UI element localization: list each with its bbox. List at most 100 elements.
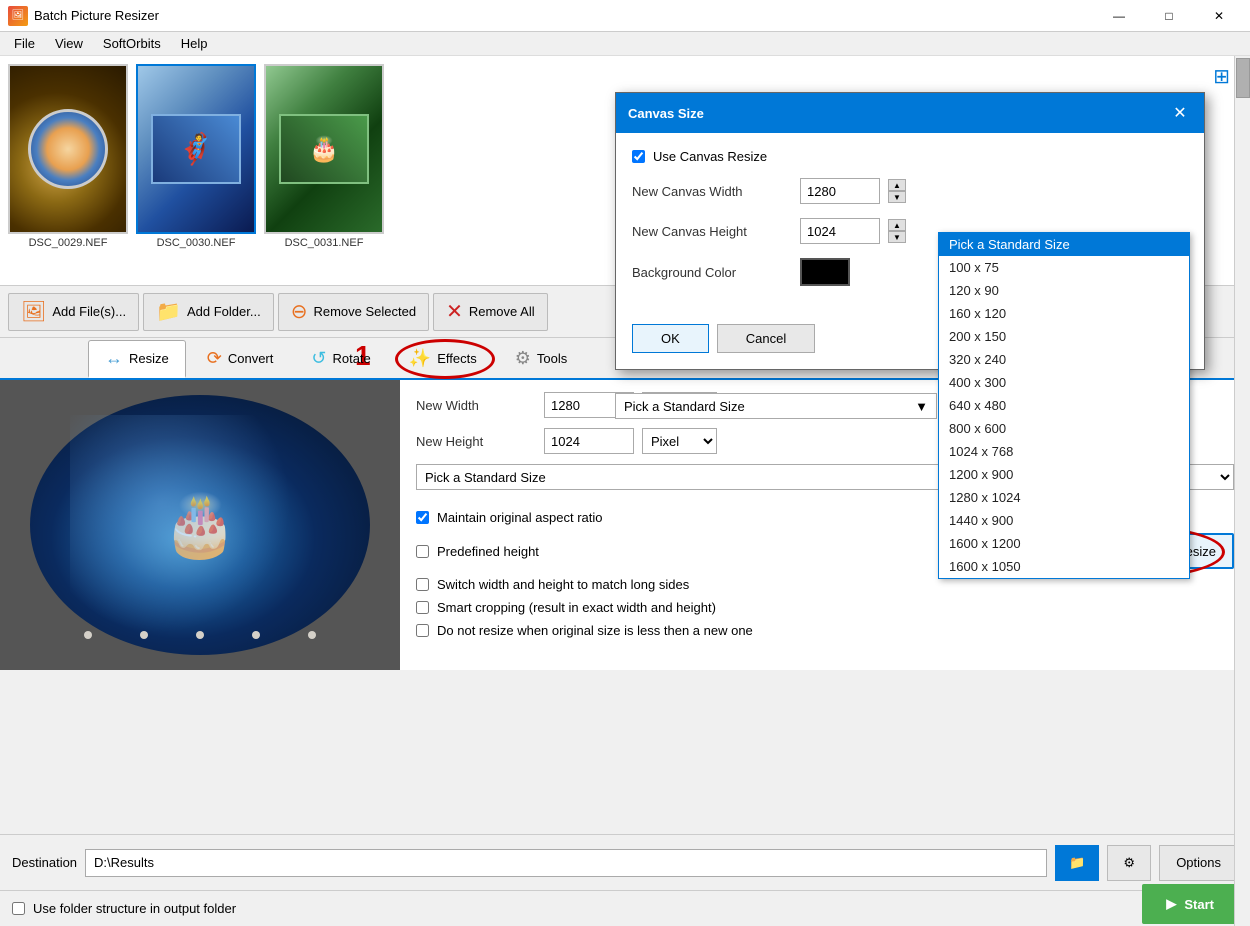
dropdown-item-1440x900[interactable]: 1440 x 900 bbox=[939, 509, 1189, 532]
dialog-height-input[interactable] bbox=[800, 218, 880, 244]
dialog-cancel-button[interactable]: Cancel bbox=[717, 324, 815, 353]
menu-help[interactable]: Help bbox=[171, 34, 218, 53]
title-bar: 🖼 Batch Picture Resizer — □ ✕ bbox=[0, 0, 1250, 32]
tools-tab-icon: ⚙ bbox=[515, 348, 531, 369]
browse-icon: 📁 bbox=[1069, 855, 1085, 871]
width-up-button[interactable]: ▲ bbox=[888, 179, 906, 191]
dropdown-item-400x300[interactable]: 400 x 300 bbox=[939, 371, 1189, 394]
dialog-height-label: New Canvas Height bbox=[632, 224, 792, 239]
dropdown-item-1600x1050[interactable]: 1600 x 1050 bbox=[939, 555, 1189, 578]
right-scrollbar[interactable] bbox=[1234, 56, 1250, 926]
tab-tools[interactable]: ⚙ Tools bbox=[498, 339, 585, 377]
tab-resize[interactable]: ↔ Resize bbox=[88, 340, 186, 378]
predefined-height-checkbox[interactable] bbox=[416, 545, 429, 558]
add-folder-label: Add Folder... bbox=[187, 304, 261, 319]
folder-structure-row: Use folder structure in output folder ▶ … bbox=[0, 890, 1250, 926]
standard-size-dropdown: Pick a Standard Size 100 x 75 120 x 90 1… bbox=[938, 232, 1190, 579]
app-icon: 🖼 bbox=[8, 6, 28, 26]
dropdown-item-100x75[interactable]: 100 x 75 bbox=[939, 256, 1189, 279]
tab-resize-label: Resize bbox=[129, 351, 169, 366]
new-height-input[interactable] bbox=[544, 428, 634, 454]
tab-effects[interactable]: ✨ Effects bbox=[392, 339, 494, 377]
resize-tab-icon: ↔ bbox=[105, 348, 123, 369]
tab-tools-label: Tools bbox=[537, 351, 567, 366]
remove-all-button[interactable]: ✕ Remove All bbox=[433, 293, 548, 331]
height-up-button[interactable]: ▲ bbox=[888, 219, 906, 231]
add-folder-icon: 📁 bbox=[156, 299, 181, 324]
new-width-label: New Width bbox=[416, 398, 536, 413]
folder-structure-label: Use folder structure in output folder bbox=[33, 901, 236, 916]
thumbnail-label: DSC_0031.NEF bbox=[285, 237, 364, 249]
maximize-button[interactable]: □ bbox=[1146, 0, 1192, 32]
switch-dimensions-label: Switch width and height to match long si… bbox=[437, 577, 689, 592]
dropdown-item-120x90[interactable]: 120 x 90 bbox=[939, 279, 1189, 302]
tab-convert-label: Convert bbox=[228, 351, 274, 366]
dropdown-item-320x240[interactable]: 320 x 240 bbox=[939, 348, 1189, 371]
rotate-tab-icon: ↺ bbox=[311, 348, 326, 369]
dropdown-item-800x600[interactable]: 800 x 600 bbox=[939, 417, 1189, 440]
destination-browse-button[interactable]: 📁 bbox=[1055, 845, 1099, 881]
options-label: Options bbox=[1176, 855, 1221, 870]
dialog-width-row: New Canvas Width ▲ ▼ bbox=[632, 178, 1188, 204]
start-icon: ▶ bbox=[1166, 896, 1176, 912]
destination-input[interactable] bbox=[85, 849, 1047, 877]
switch-dimensions-checkbox[interactable] bbox=[416, 578, 429, 591]
maintain-aspect-label: Maintain original aspect ratio bbox=[437, 510, 602, 525]
dropdown-item-1200x900[interactable]: 1200 x 900 bbox=[939, 463, 1189, 486]
grid-view-icon[interactable]: ⊞ bbox=[1213, 64, 1230, 89]
image-preview: 🎂 bbox=[0, 380, 400, 670]
folder-structure-checkbox[interactable] bbox=[12, 902, 25, 915]
predefined-height-row: Predefined height bbox=[416, 544, 539, 559]
scroll-thumb[interactable] bbox=[1236, 58, 1250, 98]
height-spinner: ▲ ▼ bbox=[888, 219, 906, 243]
menu-bar: File View SoftOrbits Help bbox=[0, 32, 1250, 56]
width-unit-select[interactable]: PixelPercentInchcm bbox=[642, 392, 717, 418]
height-down-button[interactable]: ▼ bbox=[888, 231, 906, 243]
new-width-input[interactable] bbox=[544, 392, 634, 418]
smart-cropping-checkbox[interactable] bbox=[416, 601, 429, 614]
thumbnail-item[interactable]: 🦸 DSC_0030.NEF bbox=[136, 64, 256, 249]
dialog-close-button[interactable]: ✕ bbox=[1168, 101, 1192, 125]
smart-cropping-label: Smart cropping (result in exact width an… bbox=[437, 600, 716, 615]
smart-cropping-row: Smart cropping (result in exact width an… bbox=[416, 600, 1234, 615]
bg-color-swatch[interactable] bbox=[800, 258, 850, 286]
dialog-ok-button[interactable]: OK bbox=[632, 324, 709, 353]
height-unit-select[interactable]: PixelPercentInchcm bbox=[642, 428, 717, 454]
width-down-button[interactable]: ▼ bbox=[888, 191, 906, 203]
menu-softorbits[interactable]: SoftOrbits bbox=[93, 34, 171, 53]
maintain-aspect-checkbox[interactable] bbox=[416, 511, 429, 524]
menu-view[interactable]: View bbox=[45, 34, 93, 53]
dropdown-item-1600x1200[interactable]: 1600 x 1200 bbox=[939, 532, 1189, 555]
thumbnail-image: 🦸 bbox=[136, 64, 256, 234]
convert-tab-icon: ⟳ bbox=[207, 348, 222, 369]
add-folder-button[interactable]: 📁 Add Folder... bbox=[143, 293, 274, 331]
thumbnail-item[interactable]: DSC_0029.NEF bbox=[8, 64, 128, 249]
thumbnail-item[interactable]: 🎂 DSC_0031.NEF bbox=[264, 64, 384, 249]
options-button[interactable]: Options bbox=[1159, 845, 1238, 881]
start-button[interactable]: ▶ Start bbox=[1142, 884, 1238, 924]
add-files-button[interactable]: 🖼 Add File(s)... bbox=[8, 293, 139, 331]
close-button[interactable]: ✕ bbox=[1196, 0, 1242, 32]
no-resize-label: Do not resize when original size is less… bbox=[437, 623, 753, 638]
tab-rotate[interactable]: ↺ Rotate bbox=[294, 339, 387, 377]
use-canvas-resize-checkbox[interactable] bbox=[632, 150, 645, 163]
dropdown-item-160x120[interactable]: 160 x 120 bbox=[939, 302, 1189, 325]
remove-all-icon: ✕ bbox=[446, 299, 463, 324]
remove-selected-button[interactable]: ⊖ Remove Selected bbox=[278, 293, 429, 331]
window-controls: — □ ✕ bbox=[1096, 0, 1242, 32]
tab-convert[interactable]: ⟳ Convert bbox=[190, 339, 291, 377]
dropdown-item-1280x1024[interactable]: 1280 x 1024 bbox=[939, 486, 1189, 509]
dropdown-item-1024x768[interactable]: 1024 x 768 bbox=[939, 440, 1189, 463]
gear-settings-button[interactable]: ⚙ bbox=[1107, 845, 1151, 881]
bottom-bar: Destination 📁 ⚙ Options bbox=[0, 834, 1250, 890]
no-resize-checkbox[interactable] bbox=[416, 624, 429, 637]
dropdown-item-640x480[interactable]: 640 x 480 bbox=[939, 394, 1189, 417]
thumbnail-image bbox=[8, 64, 128, 234]
menu-file[interactable]: File bbox=[4, 34, 45, 53]
destination-label: Destination bbox=[12, 855, 77, 870]
dialog-width-input[interactable] bbox=[800, 178, 880, 204]
minimize-button[interactable]: — bbox=[1096, 0, 1142, 32]
dropdown-item-default[interactable]: Pick a Standard Size bbox=[939, 233, 1189, 256]
dropdown-item-200x150[interactable]: 200 x 150 bbox=[939, 325, 1189, 348]
new-height-label: New Height bbox=[416, 434, 536, 449]
